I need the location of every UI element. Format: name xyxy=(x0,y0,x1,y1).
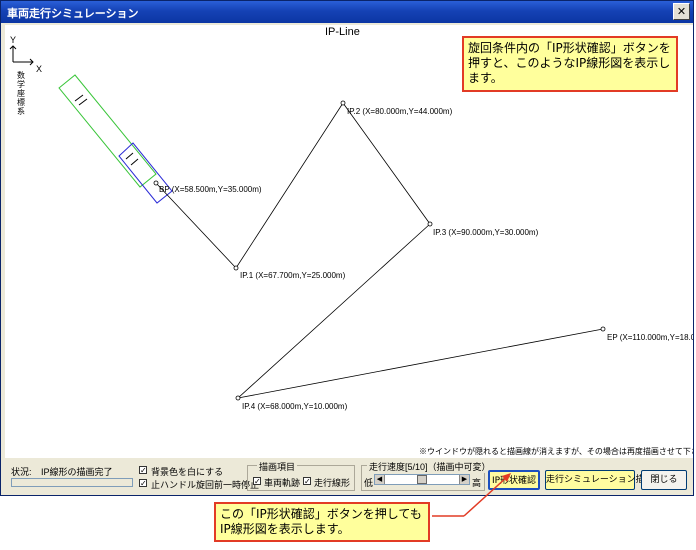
bg-white-checkbox[interactable]: ✓ xyxy=(139,466,147,475)
ip2-label: IP.2 (X=80.000m,Y=44.000m) xyxy=(347,107,453,116)
callout-bottom: この「IP形状確認」ボタンを押してもIP線形図を表示します。 xyxy=(214,502,430,542)
ip1-marker xyxy=(233,265,239,271)
bp-marker xyxy=(153,180,159,186)
speed-slider-thumb[interactable] xyxy=(417,475,427,484)
vehicle-track-label: 車両軌跡 xyxy=(264,478,301,488)
ep-label: EP (X=110.000m,Y=18.000m) xyxy=(607,333,693,342)
speed-high-label: 高 xyxy=(472,478,482,488)
ip3-label: IP.3 (X=90.000m,Y=30.000m) xyxy=(433,228,539,237)
simulate-button[interactable]: 走行シミュレーション描画 xyxy=(545,470,654,490)
control-panel: 状況: IP線形の描画完了 ✓ 背景色を白にする ✓ 止ハンドル旋回前一時停止 … xyxy=(5,459,693,495)
ip4-label: IP.4 (X=68.000m,Y=10.000m) xyxy=(242,402,348,411)
vehicle-green-rect xyxy=(58,74,157,188)
status-progress xyxy=(11,478,133,487)
axis-x-label: X xyxy=(36,64,43,74)
stop-label: 止ハンドル旋回前一時停止 xyxy=(151,480,260,490)
axis-y-label: Y xyxy=(10,35,17,45)
ip2-marker xyxy=(340,100,346,106)
coord-system-label: 数学座標系 xyxy=(17,71,25,116)
stop-checkbox[interactable]: ✓ xyxy=(139,479,147,488)
speed-slider[interactable]: ◀ ▶ xyxy=(374,474,470,485)
speed-label: 走行速度[5/10]（描画中可変） xyxy=(367,460,493,473)
title-bar: 車両走行シミュレーション ✕ xyxy=(1,1,693,23)
ip1-label: IP.1 (X=67.700m,Y=25.000m) xyxy=(240,271,346,280)
vehicle-blue-rect xyxy=(118,142,173,204)
ip-check-button[interactable]: IP形状確認 xyxy=(488,470,540,490)
close-icon[interactable]: ✕ xyxy=(673,3,690,20)
speed-low-label: 低 xyxy=(364,478,374,488)
chart-title: IP-Line xyxy=(325,26,360,38)
callout-top: 旋回条件内の「IP形状確認」ボタンを押すと、このようなIP線形図を表示します。 xyxy=(462,36,678,92)
redraw-note: ※ウインドウが隠れると描画線が消えますが、その場合は再度描画させて下さい。 xyxy=(419,447,693,456)
ip-line-path xyxy=(155,102,604,399)
status-label: 状況: xyxy=(11,467,32,477)
close-button[interactable]: 閉じる xyxy=(641,470,687,490)
ep-marker xyxy=(600,326,606,332)
ip4-marker xyxy=(235,395,241,401)
status-value: IP線形の描画完了 xyxy=(41,467,113,477)
bg-white-label: 背景色を白にする xyxy=(151,467,224,477)
travel-line-label: 走行線形 xyxy=(314,478,351,488)
draw-items-label: 描画項目 xyxy=(257,460,298,473)
travel-line-checkbox[interactable]: ✓ xyxy=(303,477,311,486)
window-title: 車両走行シミュレーション xyxy=(7,7,139,20)
ip3-marker xyxy=(427,221,433,227)
bp-label: BP (X=58.500m,Y=35.000m) xyxy=(159,185,262,194)
vehicle-track-checkbox[interactable]: ✓ xyxy=(253,477,261,486)
